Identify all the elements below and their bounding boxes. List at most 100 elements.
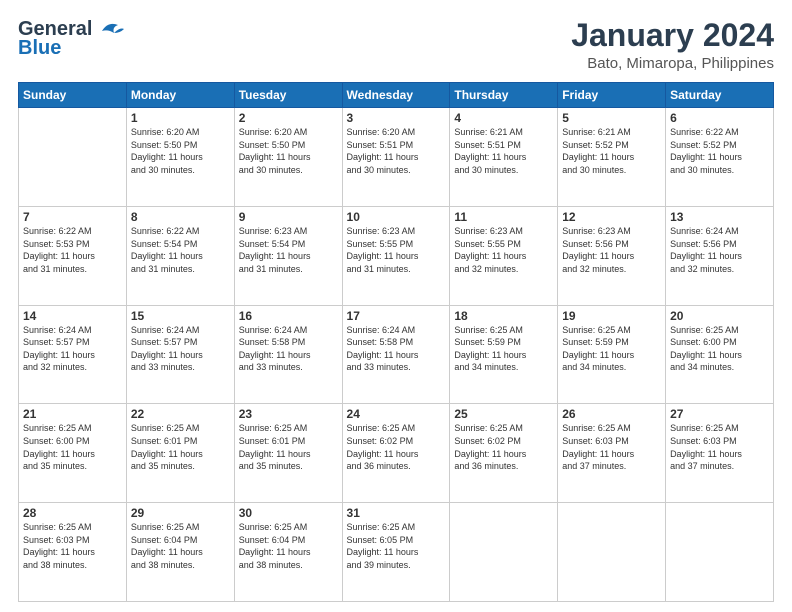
day-info: Sunrise: 6:25 AM Sunset: 6:05 PM Dayligh…: [347, 521, 446, 571]
calendar-cell: 20Sunrise: 6:25 AM Sunset: 6:00 PM Dayli…: [666, 305, 774, 404]
calendar-cell: 18Sunrise: 6:25 AM Sunset: 5:59 PM Dayli…: [450, 305, 558, 404]
day-info: Sunrise: 6:22 AM Sunset: 5:52 PM Dayligh…: [670, 126, 769, 176]
calendar-cell: 7Sunrise: 6:22 AM Sunset: 5:53 PM Daylig…: [19, 206, 127, 305]
calendar-cell: 22Sunrise: 6:25 AM Sunset: 6:01 PM Dayli…: [126, 404, 234, 503]
header: General Blue January 2024 Bato, Mimaropa…: [18, 18, 774, 72]
day-info: Sunrise: 6:24 AM Sunset: 5:57 PM Dayligh…: [23, 324, 122, 374]
calendar-cell: 23Sunrise: 6:25 AM Sunset: 6:01 PM Dayli…: [234, 404, 342, 503]
day-info: Sunrise: 6:25 AM Sunset: 6:02 PM Dayligh…: [454, 422, 553, 472]
calendar-cell: 31Sunrise: 6:25 AM Sunset: 6:05 PM Dayli…: [342, 503, 450, 602]
calendar-cell: [450, 503, 558, 602]
calendar-cell: 16Sunrise: 6:24 AM Sunset: 5:58 PM Dayli…: [234, 305, 342, 404]
day-info: Sunrise: 6:24 AM Sunset: 5:58 PM Dayligh…: [239, 324, 338, 374]
day-number: 20: [670, 309, 769, 323]
day-number: 18: [454, 309, 553, 323]
day-number: 4: [454, 111, 553, 125]
calendar-table: SundayMondayTuesdayWednesdayThursdayFrid…: [18, 82, 774, 602]
day-info: Sunrise: 6:21 AM Sunset: 5:51 PM Dayligh…: [454, 126, 553, 176]
week-row-0: 1 Sunrise: 6:20 AM Sunset: 5:50 PM Daylig…: [19, 108, 774, 207]
calendar-cell: [666, 503, 774, 602]
day-number: 14: [23, 309, 122, 323]
calendar-cell: 12Sunrise: 6:23 AM Sunset: 5:56 PM Dayli…: [558, 206, 666, 305]
main-title: January 2024: [571, 18, 774, 53]
day-info: Sunrise: 6:23 AM Sunset: 5:56 PM Dayligh…: [562, 225, 661, 275]
week-row-3: 21Sunrise: 6:25 AM Sunset: 6:00 PM Dayli…: [19, 404, 774, 503]
logo: General Blue: [18, 18, 126, 60]
day-number: 22: [131, 407, 230, 421]
calendar-cell: 21Sunrise: 6:25 AM Sunset: 6:00 PM Dayli…: [19, 404, 127, 503]
day-info: Sunrise: 6:25 AM Sunset: 6:00 PM Dayligh…: [23, 422, 122, 472]
day-info: Sunrise: 6:24 AM Sunset: 5:56 PM Dayligh…: [670, 225, 769, 275]
day-info: Sunrise: 6:25 AM Sunset: 5:59 PM Dayligh…: [454, 324, 553, 374]
day-info: Sunrise: 6:20 AM Sunset: 5:51 PM Dayligh…: [347, 126, 446, 176]
calendar-cell: 29Sunrise: 6:25 AM Sunset: 6:04 PM Dayli…: [126, 503, 234, 602]
calendar-cell: 13Sunrise: 6:24 AM Sunset: 5:56 PM Dayli…: [666, 206, 774, 305]
calendar-header-friday: Friday: [558, 83, 666, 108]
day-number: 9: [239, 210, 338, 224]
calendar-cell: 24Sunrise: 6:25 AM Sunset: 6:02 PM Dayli…: [342, 404, 450, 503]
calendar-cell: 2Sunrise: 6:20 AM Sunset: 5:50 PM Daylig…: [234, 108, 342, 207]
logo-bird-icon: [94, 19, 126, 41]
day-info: Sunrise: 6:25 AM Sunset: 6:02 PM Dayligh…: [347, 422, 446, 472]
day-info: Sunrise: 6:25 AM Sunset: 6:03 PM Dayligh…: [23, 521, 122, 571]
day-info: Sunrise: 6:20 AM Sunset: 5:50 PM Dayligh…: [239, 126, 338, 176]
day-number: 24: [347, 407, 446, 421]
day-number: 27: [670, 407, 769, 421]
day-number: 6: [670, 111, 769, 125]
day-number: 28: [23, 506, 122, 520]
day-info: Sunrise: 6:23 AM Sunset: 5:55 PM Dayligh…: [347, 225, 446, 275]
week-row-1: 7Sunrise: 6:22 AM Sunset: 5:53 PM Daylig…: [19, 206, 774, 305]
week-row-4: 28Sunrise: 6:25 AM Sunset: 6:03 PM Dayli…: [19, 503, 774, 602]
calendar-cell: 9Sunrise: 6:23 AM Sunset: 5:54 PM Daylig…: [234, 206, 342, 305]
day-info: Sunrise: 6:25 AM Sunset: 6:03 PM Dayligh…: [562, 422, 661, 472]
calendar-cell: 10Sunrise: 6:23 AM Sunset: 5:55 PM Dayli…: [342, 206, 450, 305]
day-info: Sunrise: 6:24 AM Sunset: 5:58 PM Dayligh…: [347, 324, 446, 374]
day-info: Sunrise: 6:25 AM Sunset: 6:04 PM Dayligh…: [239, 521, 338, 571]
day-number: 29: [131, 506, 230, 520]
calendar-cell: 14Sunrise: 6:24 AM Sunset: 5:57 PM Dayli…: [19, 305, 127, 404]
day-info: Sunrise: 6:24 AM Sunset: 5:57 PM Dayligh…: [131, 324, 230, 374]
calendar-cell: 17Sunrise: 6:24 AM Sunset: 5:58 PM Dayli…: [342, 305, 450, 404]
page: General Blue January 2024 Bato, Mimaropa…: [0, 0, 792, 612]
day-info: Sunrise: 6:22 AM Sunset: 5:54 PM Dayligh…: [131, 225, 230, 275]
day-number: 31: [347, 506, 446, 520]
calendar-cell: 11Sunrise: 6:23 AM Sunset: 5:55 PM Dayli…: [450, 206, 558, 305]
day-number: 26: [562, 407, 661, 421]
day-info: Sunrise: 6:23 AM Sunset: 5:55 PM Dayligh…: [454, 225, 553, 275]
day-number: 1: [131, 111, 230, 125]
logo-blue: Blue: [18, 37, 61, 60]
day-number: 11: [454, 210, 553, 224]
calendar-header-tuesday: Tuesday: [234, 83, 342, 108]
day-number: 2: [239, 111, 338, 125]
day-number: 8: [131, 210, 230, 224]
day-info: Sunrise: 6:25 AM Sunset: 6:01 PM Dayligh…: [131, 422, 230, 472]
calendar-cell: [558, 503, 666, 602]
day-number: 5: [562, 111, 661, 125]
calendar-cell: 26Sunrise: 6:25 AM Sunset: 6:03 PM Dayli…: [558, 404, 666, 503]
calendar-header-row: SundayMondayTuesdayWednesdayThursdayFrid…: [19, 83, 774, 108]
day-number: 21: [23, 407, 122, 421]
day-info: Sunrise: 6:25 AM Sunset: 5:59 PM Dayligh…: [562, 324, 661, 374]
day-info: Sunrise: 6:25 AM Sunset: 6:03 PM Dayligh…: [670, 422, 769, 472]
day-info: Sunrise: 6:23 AM Sunset: 5:54 PM Dayligh…: [239, 225, 338, 275]
calendar-cell: 3Sunrise: 6:20 AM Sunset: 5:51 PM Daylig…: [342, 108, 450, 207]
calendar-cell: 8Sunrise: 6:22 AM Sunset: 5:54 PM Daylig…: [126, 206, 234, 305]
day-number: 15: [131, 309, 230, 323]
day-number: 10: [347, 210, 446, 224]
calendar-cell: [19, 108, 127, 207]
calendar-header-thursday: Thursday: [450, 83, 558, 108]
day-number: 19: [562, 309, 661, 323]
calendar-cell: 19Sunrise: 6:25 AM Sunset: 5:59 PM Dayli…: [558, 305, 666, 404]
calendar-header-monday: Monday: [126, 83, 234, 108]
calendar-header-sunday: Sunday: [19, 83, 127, 108]
day-number: 25: [454, 407, 553, 421]
calendar-cell: 15Sunrise: 6:24 AM Sunset: 5:57 PM Dayli…: [126, 305, 234, 404]
day-number: 12: [562, 210, 661, 224]
calendar-cell: 4Sunrise: 6:21 AM Sunset: 5:51 PM Daylig…: [450, 108, 558, 207]
day-number: 17: [347, 309, 446, 323]
title-area: January 2024 Bato, Mimaropa, Philippines: [571, 18, 774, 72]
day-info: Sunrise: 6:21 AM Sunset: 5:52 PM Dayligh…: [562, 126, 661, 176]
calendar-cell: 27Sunrise: 6:25 AM Sunset: 6:03 PM Dayli…: [666, 404, 774, 503]
subtitle: Bato, Mimaropa, Philippines: [571, 55, 774, 72]
calendar-cell: 1Sunrise: 6:20 AM Sunset: 5:50 PM Daylig…: [126, 108, 234, 207]
